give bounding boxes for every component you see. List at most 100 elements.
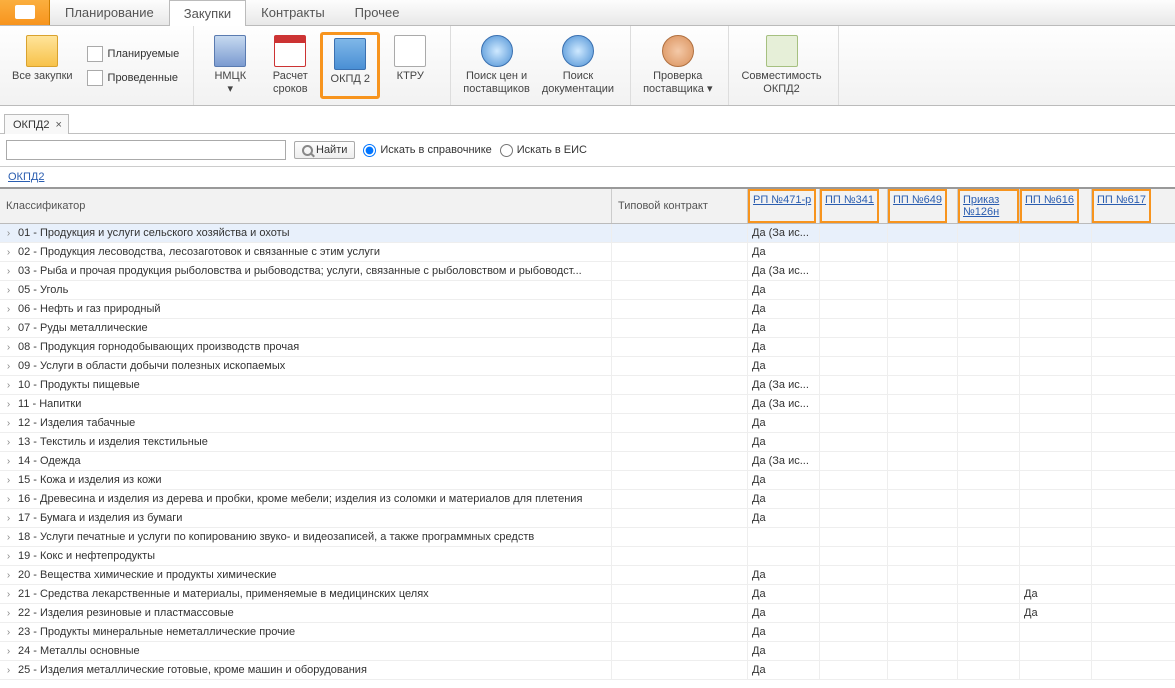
table-row[interactable]: ›19 - Кокс и нефтепродукты [0,547,1175,566]
tree-expand-icon[interactable]: › [4,286,13,295]
classifier-text: 18 - Услуги печатные и услуги по копиров… [18,531,534,543]
tree-expand-icon[interactable]: › [4,267,13,276]
table-row[interactable]: ›03 - Рыба и прочая продукция рыболовств… [0,262,1175,281]
col-pp341[interactable]: ПП №341 [825,194,874,206]
table-row[interactable]: ›25 - Изделия металлические готовые, кро… [0,661,1175,680]
classifier-text: 05 - Уголь [18,284,68,296]
pp341-cell [820,547,888,565]
col-typical-contract[interactable]: Типовой контракт [612,189,748,223]
planned-button[interactable]: Планируемые [83,44,184,64]
tree-expand-icon[interactable]: › [4,248,13,257]
pp616-cell [1020,319,1092,337]
table-row[interactable]: ›09 - Услуги в области добычи полезных и… [0,357,1175,376]
doc-search-button[interactable]: Поиск документации [536,32,620,99]
rp471-cell: Да [748,414,820,432]
tree-expand-icon[interactable]: › [4,324,13,333]
tab-purchases[interactable]: Закупки [169,0,246,26]
table-row[interactable]: ›12 - Изделия табачныеДа [0,414,1175,433]
table-row[interactable]: ›21 - Средства лекарственные и материалы… [0,585,1175,604]
tree-expand-icon[interactable]: › [4,400,13,409]
tab-other[interactable]: Прочее [340,0,415,25]
price-search-button[interactable]: Поиск цен и поставщиков [457,32,536,99]
find-button[interactable]: Найти [294,141,355,159]
radio-directory[interactable]: Искать в справочнике [363,144,491,157]
tab-contracts[interactable]: Контракты [246,0,340,25]
tree-expand-icon[interactable]: › [4,609,13,618]
tree-expand-icon[interactable]: › [4,457,13,466]
tree-expand-icon[interactable]: › [4,647,13,656]
breadcrumb-okpd2[interactable]: ОКПД2 [8,171,44,183]
tree-expand-icon[interactable]: › [4,514,13,523]
table-row[interactable]: ›22 - Изделия резиновые и пластмассовыеД… [0,604,1175,623]
pp341-cell [820,338,888,356]
okpd2-compat-button[interactable]: Совместимость ОКПД2 [735,32,827,99]
tree-expand-icon[interactable]: › [4,438,13,447]
table-row[interactable]: ›07 - Руды металлическиеДа [0,319,1175,338]
tree-expand-icon[interactable]: › [4,362,13,371]
tree-expand-icon[interactable]: › [4,628,13,637]
prikaz126-cell [958,661,1020,679]
typical-cell [612,642,748,660]
search-input[interactable] [6,140,286,160]
tree-expand-icon[interactable]: › [4,590,13,599]
table-row[interactable]: ›02 - Продукция лесоводства, лесозаготов… [0,243,1175,262]
table-row[interactable]: ›10 - Продукты пищевыеДа (За ис... [0,376,1175,395]
tab-planning[interactable]: Планирование [50,0,169,25]
nmck-button[interactable]: НМЦК ▾ [200,32,260,99]
prikaz126-cell [958,243,1020,261]
pp341-cell [820,471,888,489]
supplier-check-button[interactable]: Проверка поставщика ▾ [637,32,718,99]
table-row[interactable]: ›24 - Металлы основныеДа [0,642,1175,661]
prikaz126-cell [958,281,1020,299]
tree-expand-icon[interactable]: › [4,495,13,504]
radio-eis[interactable]: Искать в ЕИС [500,144,587,157]
tree-expand-icon[interactable]: › [4,305,13,314]
table-row[interactable]: ›01 - Продукция и услуги сельского хозяй… [0,224,1175,243]
table-row[interactable]: ›20 - Вещества химические и продукты хим… [0,566,1175,585]
okpd2-button[interactable]: ОКПД 2 [320,32,380,99]
col-rp471[interactable]: РП №471-р [753,194,811,206]
pp341-cell [820,433,888,451]
calc-terms-button[interactable]: Расчет сроков [260,32,320,99]
tree-expand-icon[interactable]: › [4,229,13,238]
col-pp649[interactable]: ПП №649 [893,194,942,206]
tree-expand-icon[interactable]: › [4,533,13,542]
col-prikaz126[interactable]: Приказ №126н [963,194,999,218]
ktru-button[interactable]: КТРУ [380,32,440,99]
tree-expand-icon[interactable]: › [4,419,13,428]
done-button[interactable]: Проведенные [83,68,184,88]
subtab-okpd2[interactable]: ОКПД2 × [4,114,69,134]
col-classifier[interactable]: Классификатор [0,189,612,223]
table-row[interactable]: ›17 - Бумага и изделия из бумагиДа [0,509,1175,528]
table-row[interactable]: ›23 - Продукты минеральные неметаллическ… [0,623,1175,642]
col-pp616[interactable]: ПП №616 [1025,194,1074,206]
tree-expand-icon[interactable]: › [4,381,13,390]
table-row[interactable]: ›06 - Нефть и газ природныйДа [0,300,1175,319]
classifier-text: 07 - Руды металлические [18,322,148,334]
tree-expand-icon[interactable]: › [4,552,13,561]
close-icon[interactable]: × [55,119,61,131]
table-row[interactable]: ›08 - Продукция горнодобывающих производ… [0,338,1175,357]
app-menu-button[interactable] [0,0,50,25]
tree-expand-icon[interactable]: › [4,343,13,352]
typical-cell [612,224,748,242]
classifier-text: 15 - Кожа и изделия из кожи [18,474,162,486]
table-row[interactable]: ›11 - НапиткиДа (За ис... [0,395,1175,414]
rp471-cell: Да (За ис... [748,452,820,470]
pp341-cell [820,623,888,641]
table-row[interactable]: › 18 - Услуги печатные и услуги по копиро… [0,528,1175,547]
all-purchases-button[interactable]: Все закупки [6,32,79,99]
table-row[interactable]: ›05 - УгольДа [0,281,1175,300]
pp649-cell [888,243,958,261]
table-row[interactable]: ›16 - Древесина и изделия из дерева и пр… [0,490,1175,509]
rp471-cell [748,547,820,565]
table-row[interactable]: ›14 - ОдеждаДа (За ис... [0,452,1175,471]
table-row[interactable]: ›15 - Кожа и изделия из кожиДа [0,471,1175,490]
pp341-cell [820,509,888,527]
rp471-cell [748,528,820,546]
col-pp617[interactable]: ПП №617 [1097,194,1146,206]
tree-expand-icon[interactable]: › [4,666,13,675]
tree-expand-icon[interactable]: › [4,476,13,485]
tree-expand-icon[interactable]: › [4,571,13,580]
table-row[interactable]: ›13 - Текстиль и изделия текстильныеДа [0,433,1175,452]
